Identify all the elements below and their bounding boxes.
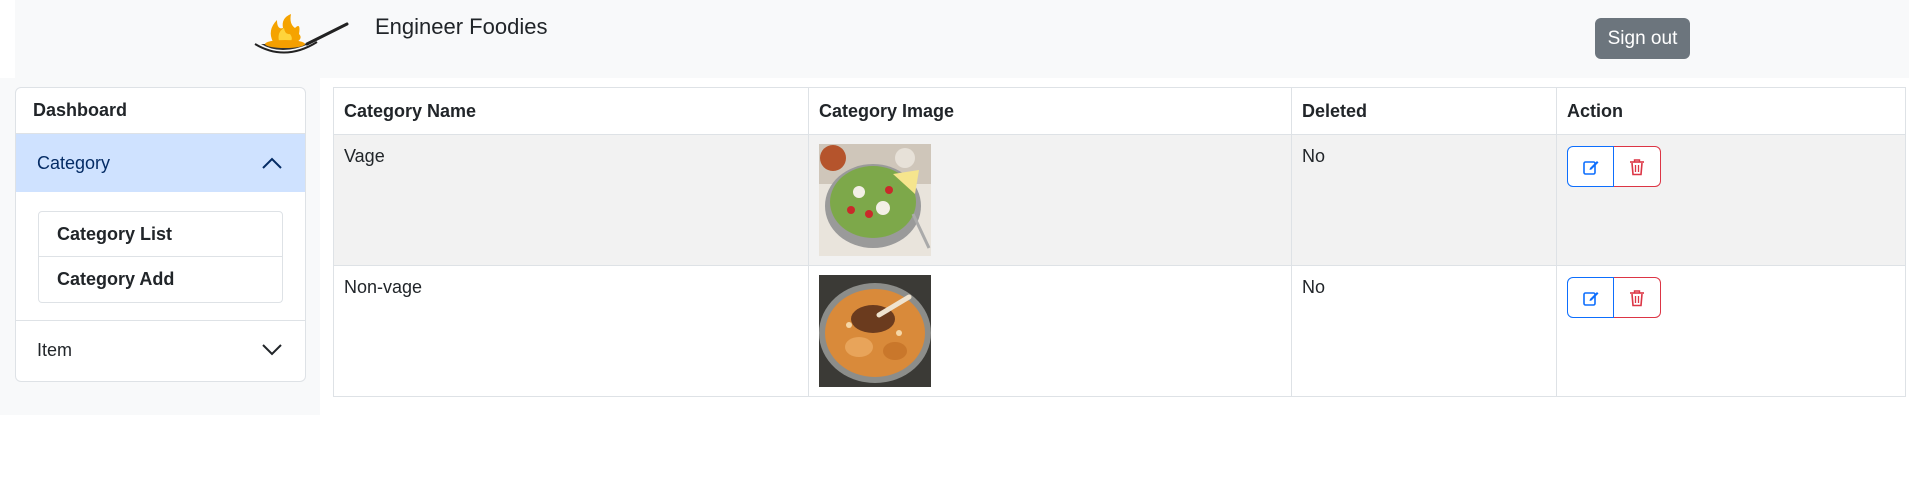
sidebar-item-dashboard[interactable]: Dashboard bbox=[16, 88, 305, 134]
cell-deleted: No bbox=[1291, 265, 1557, 397]
column-header-action: Action bbox=[1556, 87, 1906, 135]
cell-category-name: Non-vage bbox=[333, 265, 809, 397]
cell-actions bbox=[1556, 134, 1906, 266]
top-navbar: Engineer Foodies Sign out bbox=[15, 0, 1909, 78]
cell-deleted: No bbox=[1291, 134, 1557, 266]
salad-bowl-image bbox=[819, 144, 931, 256]
delete-button[interactable] bbox=[1614, 146, 1661, 187]
edit-button[interactable] bbox=[1567, 146, 1614, 187]
cell-category-image bbox=[808, 134, 1292, 266]
accordion-header-item[interactable]: Item bbox=[16, 321, 305, 379]
brand-name[interactable]: Engineer Foodies bbox=[375, 14, 547, 40]
column-header-category-name: Category Name bbox=[333, 87, 809, 135]
chevron-down-icon bbox=[262, 344, 282, 356]
edit-icon bbox=[1582, 160, 1598, 175]
accordion-header-category[interactable]: Category bbox=[16, 134, 305, 192]
trash-icon bbox=[1630, 289, 1644, 306]
cell-actions bbox=[1556, 265, 1906, 397]
table-row: Vage No bbox=[333, 134, 1906, 266]
sidebar-accordion: Dashboard Category Category List Categor… bbox=[15, 87, 306, 382]
table-header-row: Category Name Category Image Deleted Act… bbox=[333, 87, 1906, 135]
sidebar-item-category-list[interactable]: Category List bbox=[38, 211, 283, 257]
trash-icon bbox=[1630, 158, 1644, 175]
accordion-label-category: Category bbox=[37, 152, 111, 173]
pan-flame-logo bbox=[254, 14, 349, 54]
accordion-label-item: Item bbox=[37, 339, 73, 360]
category-table: Category Name Category Image Deleted Act… bbox=[333, 87, 1906, 397]
column-header-deleted: Deleted bbox=[1291, 87, 1557, 135]
column-header-category-image: Category Image bbox=[808, 87, 1292, 135]
chevron-up-icon bbox=[262, 157, 282, 169]
accordion-body-category: Category List Category Add bbox=[16, 192, 305, 321]
brand[interactable]: Engineer Foodies bbox=[251, 8, 547, 64]
edit-button[interactable] bbox=[1567, 277, 1614, 318]
row-action-group bbox=[1567, 277, 1895, 318]
table-row: Non-vage No bbox=[333, 265, 1906, 397]
edit-icon bbox=[1582, 291, 1598, 306]
biryani-plate-image bbox=[819, 275, 931, 387]
row-action-group bbox=[1567, 146, 1895, 187]
cell-category-image bbox=[808, 265, 1292, 397]
sidebar-item-category-add[interactable]: Category Add bbox=[38, 257, 283, 303]
category-table-container: Category Name Category Image Deleted Act… bbox=[333, 87, 1906, 397]
cell-category-name: Vage bbox=[333, 134, 809, 266]
sign-out-button[interactable]: Sign out bbox=[1595, 18, 1690, 59]
delete-button[interactable] bbox=[1614, 277, 1661, 318]
